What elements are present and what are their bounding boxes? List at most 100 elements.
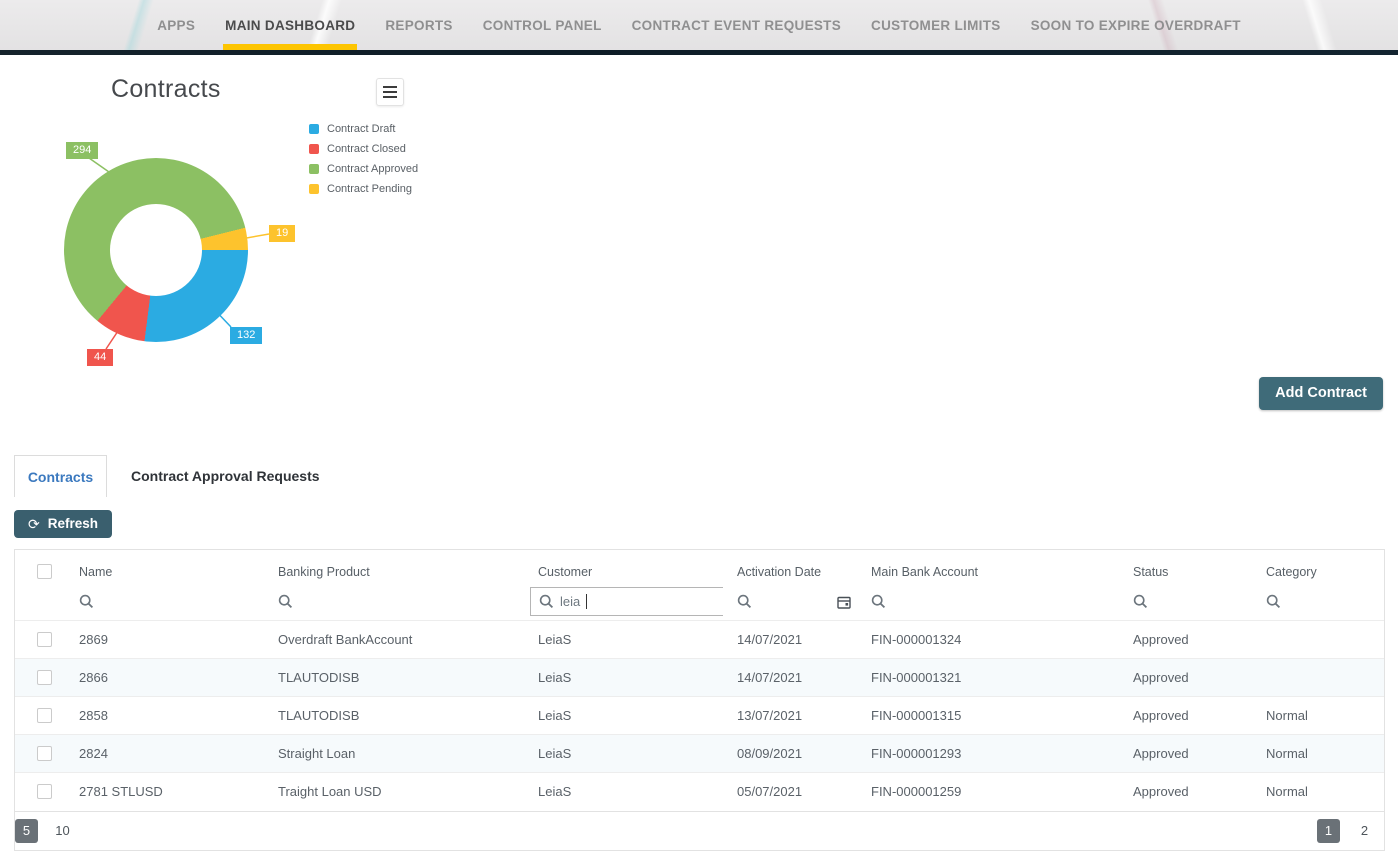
cell-activation-date: 14/07/2021 — [723, 621, 857, 659]
row-checkbox[interactable] — [37, 632, 52, 647]
chart-menu-button[interactable] — [376, 78, 404, 106]
row-checkbox[interactable] — [37, 746, 52, 761]
legend-label: Contract Pending — [327, 183, 412, 195]
table-row[interactable]: 2858 TLAUTODISB LeiaS 13/07/2021 FIN-000… — [15, 697, 1384, 735]
nav-item-control-panel[interactable]: CONTROL PANEL — [483, 0, 602, 50]
legend-label: Contract Closed — [327, 143, 406, 155]
cell-activation-date: 05/07/2021 — [723, 773, 857, 811]
legend-swatch-pending — [309, 184, 319, 194]
cell-main-bank-account: FIN-000001293 — [857, 735, 1119, 773]
table-pagination: 5 10 1 2 — [15, 811, 1384, 850]
legend-item-contract-approved[interactable]: Contract Approved — [309, 159, 418, 179]
select-all-checkbox[interactable] — [37, 564, 52, 579]
cell-customer: LeiaS — [524, 773, 723, 811]
refresh-button[interactable]: ⟳ Refresh — [14, 510, 112, 538]
legend-swatch-draft — [309, 124, 319, 134]
column-header-banking-product[interactable]: Banking Product — [264, 550, 524, 587]
cell-status: Approved — [1119, 735, 1252, 773]
cell-status: Approved — [1119, 659, 1252, 697]
cell-category — [1252, 621, 1384, 659]
cell-category — [1252, 659, 1384, 697]
donut-label-approved: 294 — [66, 142, 98, 159]
main-bank-account-filter[interactable] — [857, 587, 1119, 621]
cell-category: Normal — [1252, 735, 1384, 773]
row-checkbox[interactable] — [37, 670, 52, 685]
cell-main-bank-account: FIN-000001259 — [857, 773, 1119, 811]
cell-banking-product: Straight Loan — [264, 735, 524, 773]
row-checkbox[interactable] — [37, 784, 52, 799]
contracts-tabstrip: Contracts Contract Approval Requests — [14, 455, 1398, 497]
donut-label-pending: 19 — [269, 225, 295, 242]
nav-item-main-dashboard[interactable]: MAIN DASHBOARD — [225, 0, 355, 50]
add-contract-button[interactable]: Add Contract — [1259, 377, 1383, 410]
legend-label: Contract Approved — [327, 163, 418, 175]
category-filter[interactable] — [1252, 587, 1384, 621]
table-filter-row: leia — [15, 587, 1384, 621]
top-navigation-bar: APPS MAIN DASHBOARD REPORTS CONTROL PANE… — [0, 0, 1398, 50]
page-2[interactable]: 2 — [1353, 819, 1376, 843]
customer-filter-input[interactable]: leia — [530, 587, 723, 616]
name-filter[interactable] — [65, 587, 264, 621]
tab-contracts[interactable]: Contracts — [14, 455, 107, 497]
calendar-icon[interactable] — [837, 595, 851, 609]
cell-customer: LeiaS — [524, 735, 723, 773]
cell-customer: LeiaS — [524, 659, 723, 697]
nav-item-apps[interactable]: APPS — [157, 0, 195, 50]
contracts-donut-chart[interactable] — [64, 158, 248, 342]
cell-main-bank-account: FIN-000001315 — [857, 697, 1119, 735]
chart-title: Contracts — [111, 75, 221, 104]
tab-contract-approval-requests[interactable]: Contract Approval Requests — [123, 455, 328, 497]
customer-filter-value: leia — [560, 594, 580, 609]
search-icon — [1266, 594, 1281, 609]
text-caret — [586, 594, 587, 609]
cell-category: Normal — [1252, 773, 1384, 811]
row-checkbox[interactable] — [37, 708, 52, 723]
legend-item-contract-draft[interactable]: Contract Draft — [309, 119, 418, 139]
banking-product-filter[interactable] — [264, 587, 524, 621]
cell-banking-product: Overdraft BankAccount — [264, 621, 524, 659]
table-row[interactable]: 2869 Overdraft BankAccount LeiaS 14/07/2… — [15, 621, 1384, 659]
table-row[interactable]: 2866 TLAUTODISB LeiaS 14/07/2021 FIN-000… — [15, 659, 1384, 697]
search-icon — [737, 594, 752, 609]
cell-name: 2824 — [65, 735, 264, 773]
column-header-category[interactable]: Category — [1252, 550, 1384, 587]
table-row[interactable]: 2824 Straight Loan LeiaS 08/09/2021 FIN-… — [15, 735, 1384, 773]
column-header-main-bank-account[interactable]: Main Bank Account — [857, 550, 1119, 587]
cell-banking-product: TLAUTODISB — [264, 659, 524, 697]
page-1[interactable]: 1 — [1317, 819, 1340, 843]
column-header-name[interactable]: Name — [65, 550, 264, 587]
legend-label: Contract Draft — [327, 123, 395, 135]
cell-name: 2858 — [65, 697, 264, 735]
status-filter[interactable] — [1119, 587, 1252, 621]
nav-item-contract-event-requests[interactable]: CONTRACT EVENT REQUESTS — [632, 0, 841, 50]
column-header-activation-date[interactable]: Activation Date — [723, 550, 857, 587]
refresh-label: Refresh — [48, 516, 98, 531]
search-icon — [79, 594, 94, 609]
page-size-10[interactable]: 10 — [51, 819, 74, 843]
column-header-customer[interactable]: Customer — [524, 550, 723, 587]
cell-name: 2781 STLUSD — [65, 773, 264, 811]
nav-item-reports[interactable]: REPORTS — [385, 0, 452, 50]
nav-item-soon-to-expire-overdraft[interactable]: SOON TO EXPIRE OVERDRAFT — [1031, 0, 1241, 50]
page-size-5[interactable]: 5 — [15, 819, 38, 843]
legend-item-contract-closed[interactable]: Contract Closed — [309, 139, 418, 159]
nav-items: APPS MAIN DASHBOARD REPORTS CONTROL PANE… — [0, 0, 1398, 50]
refresh-icon: ⟳ — [28, 517, 40, 531]
cell-main-bank-account: FIN-000001321 — [857, 659, 1119, 697]
cell-status: Approved — [1119, 697, 1252, 735]
cell-banking-product: Traight Loan USD — [264, 773, 524, 811]
cell-status: Approved — [1119, 773, 1252, 811]
activation-date-filter[interactable] — [737, 594, 857, 609]
cell-customer: LeiaS — [524, 621, 723, 659]
cell-customer: LeiaS — [524, 697, 723, 735]
table-row[interactable]: 2781 STLUSD Traight Loan USD LeiaS 05/07… — [15, 773, 1384, 811]
search-icon — [278, 594, 293, 609]
chart-legend: Contract Draft Contract Closed Contract … — [309, 119, 418, 199]
donut-label-closed: 44 — [87, 349, 113, 366]
search-icon — [539, 594, 554, 609]
contracts-table: Name Banking Product Customer Activation… — [14, 549, 1385, 851]
column-header-status[interactable]: Status — [1119, 550, 1252, 587]
legend-item-contract-pending[interactable]: Contract Pending — [309, 179, 418, 199]
cell-banking-product: TLAUTODISB — [264, 697, 524, 735]
nav-item-customer-limits[interactable]: CUSTOMER LIMITS — [871, 0, 1001, 50]
